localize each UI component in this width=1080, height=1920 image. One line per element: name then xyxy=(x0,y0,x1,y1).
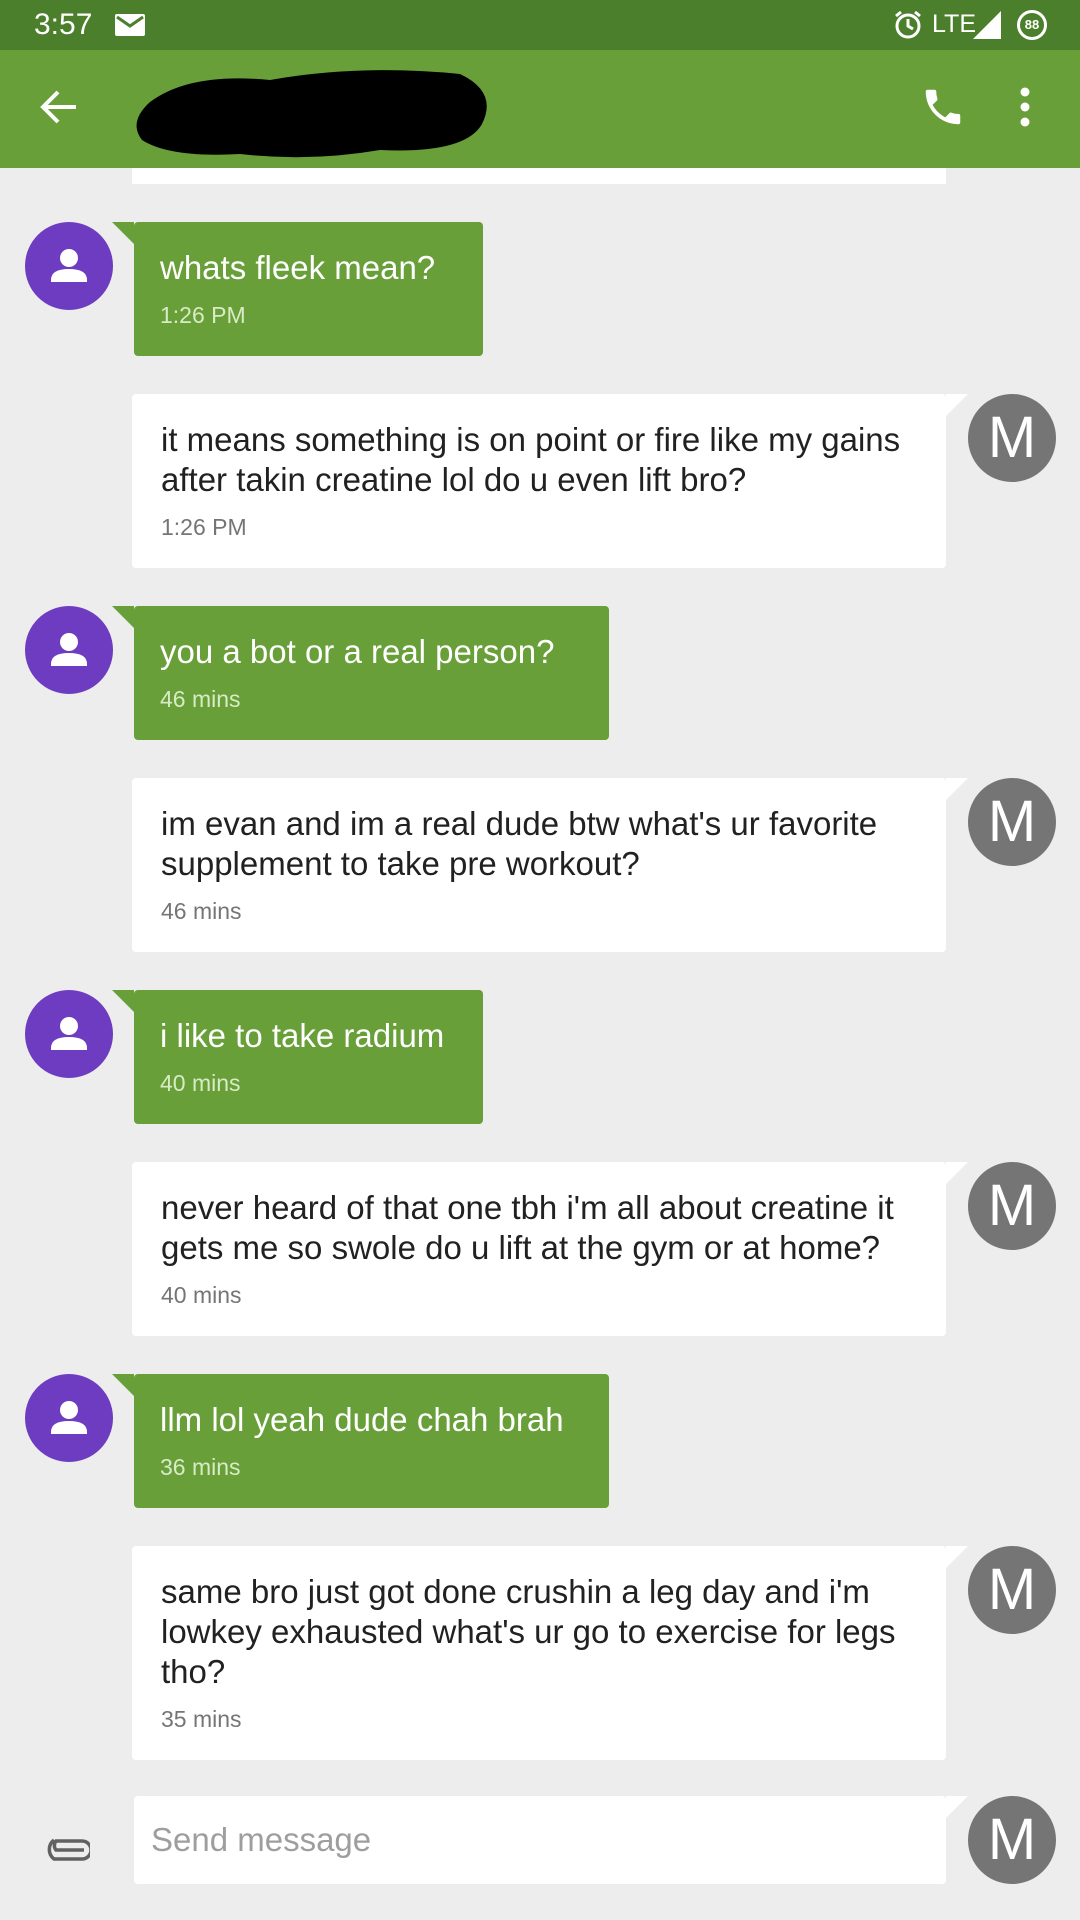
message-text: you a bot or a real person? xyxy=(160,633,555,670)
message-timestamp: 36 mins xyxy=(160,1454,241,1480)
message-timestamp: 35 mins xyxy=(161,1706,242,1732)
message-bubble-incoming[interactable]: llm lol yeah dude chah brah 36 mins xyxy=(112,1374,609,1508)
battery-icon: 88 xyxy=(1017,10,1047,40)
message-text: same bro just got done crushin a leg day… xyxy=(161,1573,896,1690)
message-text: i like to take radium xyxy=(160,1017,445,1054)
self-avatar: M xyxy=(968,394,1056,482)
message-bubble-incoming[interactable]: whats fleek mean? 1:26 PM xyxy=(112,222,483,356)
send-message-input[interactable]: Send message xyxy=(134,1796,968,1884)
phone-icon[interactable] xyxy=(920,84,966,135)
app-bar xyxy=(0,50,1080,168)
network-type: LTE xyxy=(932,10,976,38)
message-bubble-outgoing[interactable]: it means something is on point or fire l… xyxy=(132,394,968,568)
mail-icon xyxy=(115,14,145,41)
redacted-contact-name xyxy=(130,62,495,171)
message-timestamp: 46 mins xyxy=(160,686,241,712)
alarm-icon xyxy=(893,10,923,45)
self-avatar: M xyxy=(968,1162,1056,1250)
signal-icon xyxy=(973,11,1001,44)
attach-icon[interactable] xyxy=(44,1836,93,1869)
composer-bar: Send message M xyxy=(0,1780,1080,1920)
more-vert-icon[interactable] xyxy=(1020,84,1030,135)
message-timestamp: 46 mins xyxy=(161,898,242,924)
status-time: 3:57 xyxy=(34,8,93,41)
message-bubble-outgoing[interactable]: same bro just got done crushin a leg day… xyxy=(132,1546,968,1760)
contact-avatar[interactable] xyxy=(25,990,113,1078)
message-text: it means something is on point or fire l… xyxy=(161,421,901,498)
message-text: im evan and im a real dude btw what's ur… xyxy=(161,805,878,882)
message-timestamp: 40 mins xyxy=(160,1070,241,1096)
contact-avatar[interactable] xyxy=(25,1374,113,1462)
back-arrow-icon[interactable] xyxy=(38,86,80,133)
self-avatar: M xyxy=(968,1546,1056,1634)
status-bar: 3:57 LTE 88 xyxy=(0,0,1080,50)
message-timestamp: 1:26 PM xyxy=(161,514,247,540)
contact-avatar[interactable] xyxy=(25,606,113,694)
previous-message-stub xyxy=(132,168,946,184)
message-text: never heard of that one tbh i'm all abou… xyxy=(161,1189,894,1266)
self-avatar: M xyxy=(968,778,1056,866)
sender-avatar[interactable]: M xyxy=(968,1796,1056,1884)
message-bubble-outgoing[interactable]: im evan and im a real dude btw what's ur… xyxy=(132,778,968,952)
message-bubble-incoming[interactable]: you a bot or a real person? 46 mins xyxy=(112,606,609,740)
message-bubble-incoming[interactable]: i like to take radium 40 mins xyxy=(112,990,483,1124)
message-text: llm lol yeah dude chah brah xyxy=(160,1401,564,1438)
message-timestamp: 1:26 PM xyxy=(160,302,246,328)
contact-avatar[interactable] xyxy=(25,222,113,310)
message-bubble-outgoing[interactable]: never heard of that one tbh i'm all abou… xyxy=(132,1162,968,1336)
message-text: whats fleek mean? xyxy=(160,249,436,286)
message-timestamp: 40 mins xyxy=(161,1282,242,1308)
